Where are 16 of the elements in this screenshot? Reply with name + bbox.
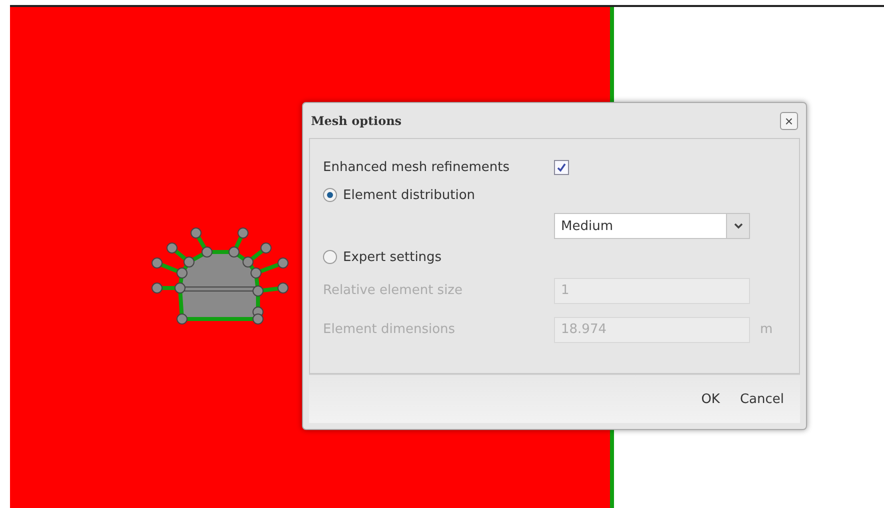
option-label: Enhanced mesh refinements bbox=[323, 160, 510, 174]
close-button[interactable]: × bbox=[780, 112, 798, 130]
radio-button[interactable] bbox=[323, 250, 337, 264]
distribution-dropdown[interactable]: Medium bbox=[554, 213, 750, 239]
field-label: Element dimensions bbox=[323, 322, 456, 337]
radio-button[interactable] bbox=[323, 188, 337, 202]
dialog-button[interactable]: Cancel bbox=[734, 388, 790, 410]
caret-icon bbox=[734, 223, 742, 229]
field-label: Relative element size bbox=[323, 283, 463, 298]
checkbox[interactable] bbox=[554, 160, 569, 174]
unit-label: m bbox=[760, 322, 773, 337]
radio-label: Element distribution bbox=[343, 188, 476, 202]
radio-label: Expert settings bbox=[343, 250, 442, 264]
check-icon bbox=[556, 162, 567, 172]
dialog-button[interactable]: OK bbox=[695, 388, 726, 410]
dialog-title: Mesh options bbox=[311, 114, 402, 128]
